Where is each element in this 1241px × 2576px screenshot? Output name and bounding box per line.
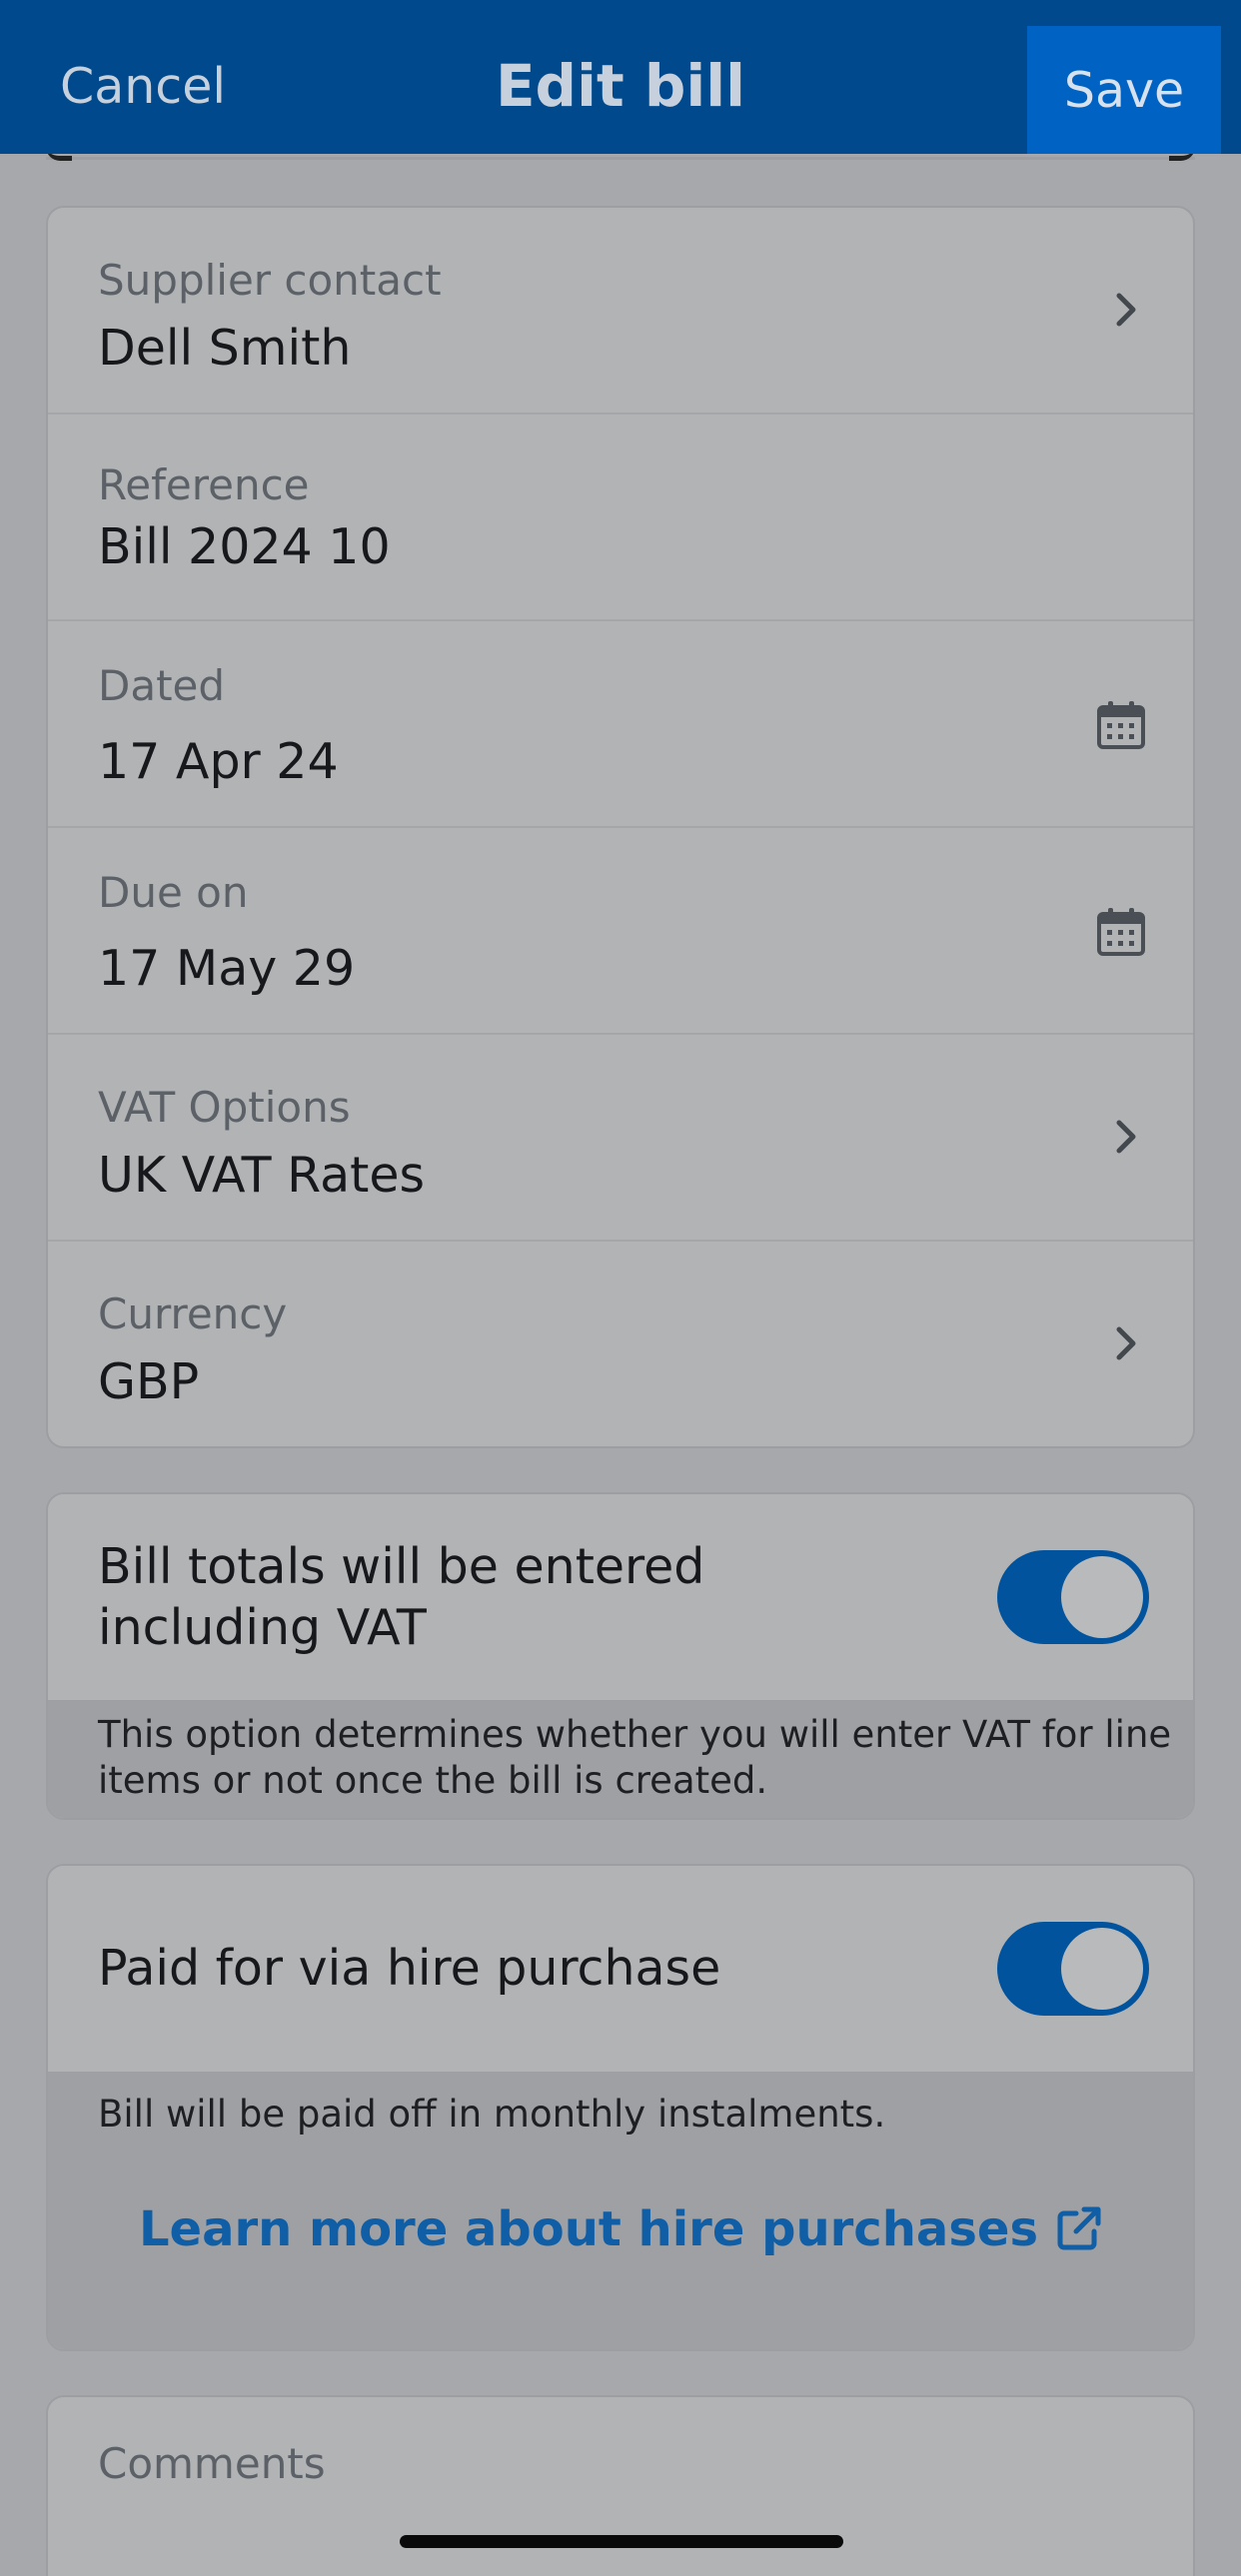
supplier-contact-row[interactable]: Supplier contact Dell Smith [48, 208, 1193, 415]
hire-purchase-note: Bill will be paid off in monthly instalm… [48, 2072, 1193, 2349]
supplier-contact-label: Supplier contact [98, 256, 442, 305]
due-on-value: 17 May 29 [98, 940, 356, 997]
reference-row[interactable]: Reference Bill 2024 10 [48, 415, 1193, 621]
dated-value: 17 Apr 24 [98, 733, 339, 790]
due-on-label: Due on [98, 868, 249, 917]
due-on-row[interactable]: Due on 17 May 29 [48, 828, 1193, 1035]
external-link-icon [1057, 2206, 1101, 2250]
learn-more-hire-purchase-link[interactable]: Learn more about hire purchases [48, 2201, 1193, 2257]
hire-purchase-card: Paid for via hire purchase Bill will be … [46, 1864, 1195, 2351]
toggle-knob [1061, 1556, 1143, 1638]
comments-card[interactable]: Comments [46, 2395, 1195, 2576]
save-button[interactable]: Save [1027, 26, 1221, 154]
vat-inclusive-toggle[interactable] [997, 1550, 1149, 1644]
nav-header: Cancel Edit bill Save [0, 0, 1241, 154]
currency-row[interactable]: Currency GBP [48, 1242, 1193, 1446]
vat-options-label: VAT Options [98, 1083, 351, 1132]
vat-options-value: UK VAT Rates [98, 1147, 426, 1204]
calendar-icon[interactable] [1095, 906, 1147, 958]
vat-inclusive-label-line1: Bill totals will be entered [98, 1538, 705, 1595]
vat-inclusive-note: This option determines whether you will … [48, 1700, 1193, 1818]
toggle-knob [1061, 1928, 1143, 2010]
vat-note-line1: This option determines whether you will … [98, 1713, 1172, 1756]
chevron-right-icon [1116, 1120, 1136, 1154]
vat-options-row[interactable]: VAT Options UK VAT Rates [48, 1035, 1193, 1242]
hire-purchase-note-text: Bill will be paid off in monthly instalm… [98, 2093, 886, 2136]
currency-label: Currency [98, 1289, 288, 1338]
chevron-right-icon [1116, 1326, 1136, 1360]
vat-inclusive-row: Bill totals will be entered including VA… [48, 1494, 1193, 1700]
comments-label: Comments [98, 2439, 326, 2488]
bill-details-card: Supplier contact Dell Smith Reference Bi… [46, 206, 1195, 1448]
learn-more-label: Learn more about hire purchases [138, 2201, 1039, 2257]
dated-label: Dated [98, 661, 226, 710]
supplier-contact-value: Dell Smith [98, 320, 352, 377]
reference-input[interactable]: Bill 2024 10 [98, 518, 391, 575]
currency-value: GBP [98, 1353, 200, 1410]
vat-inclusive-card: Bill totals will be entered including VA… [46, 1492, 1195, 1820]
hire-purchase-toggle[interactable] [997, 1922, 1149, 2016]
hire-purchase-row: Paid for via hire purchase [48, 1866, 1193, 2072]
chevron-right-icon [1116, 293, 1136, 327]
calendar-icon[interactable] [1095, 699, 1147, 751]
reference-label: Reference [98, 460, 310, 509]
vat-inclusive-label-line2: including VAT [98, 1599, 427, 1656]
vat-note-line2: items or not once the bill is created. [98, 1759, 768, 1802]
hire-purchase-label: Paid for via hire purchase [98, 1940, 721, 1997]
dated-row[interactable]: Dated 17 Apr 24 [48, 621, 1193, 828]
home-indicator [400, 2535, 843, 2548]
edit-bill-screen: Cancel Edit bill Save Supplier contact D… [0, 0, 1241, 2576]
